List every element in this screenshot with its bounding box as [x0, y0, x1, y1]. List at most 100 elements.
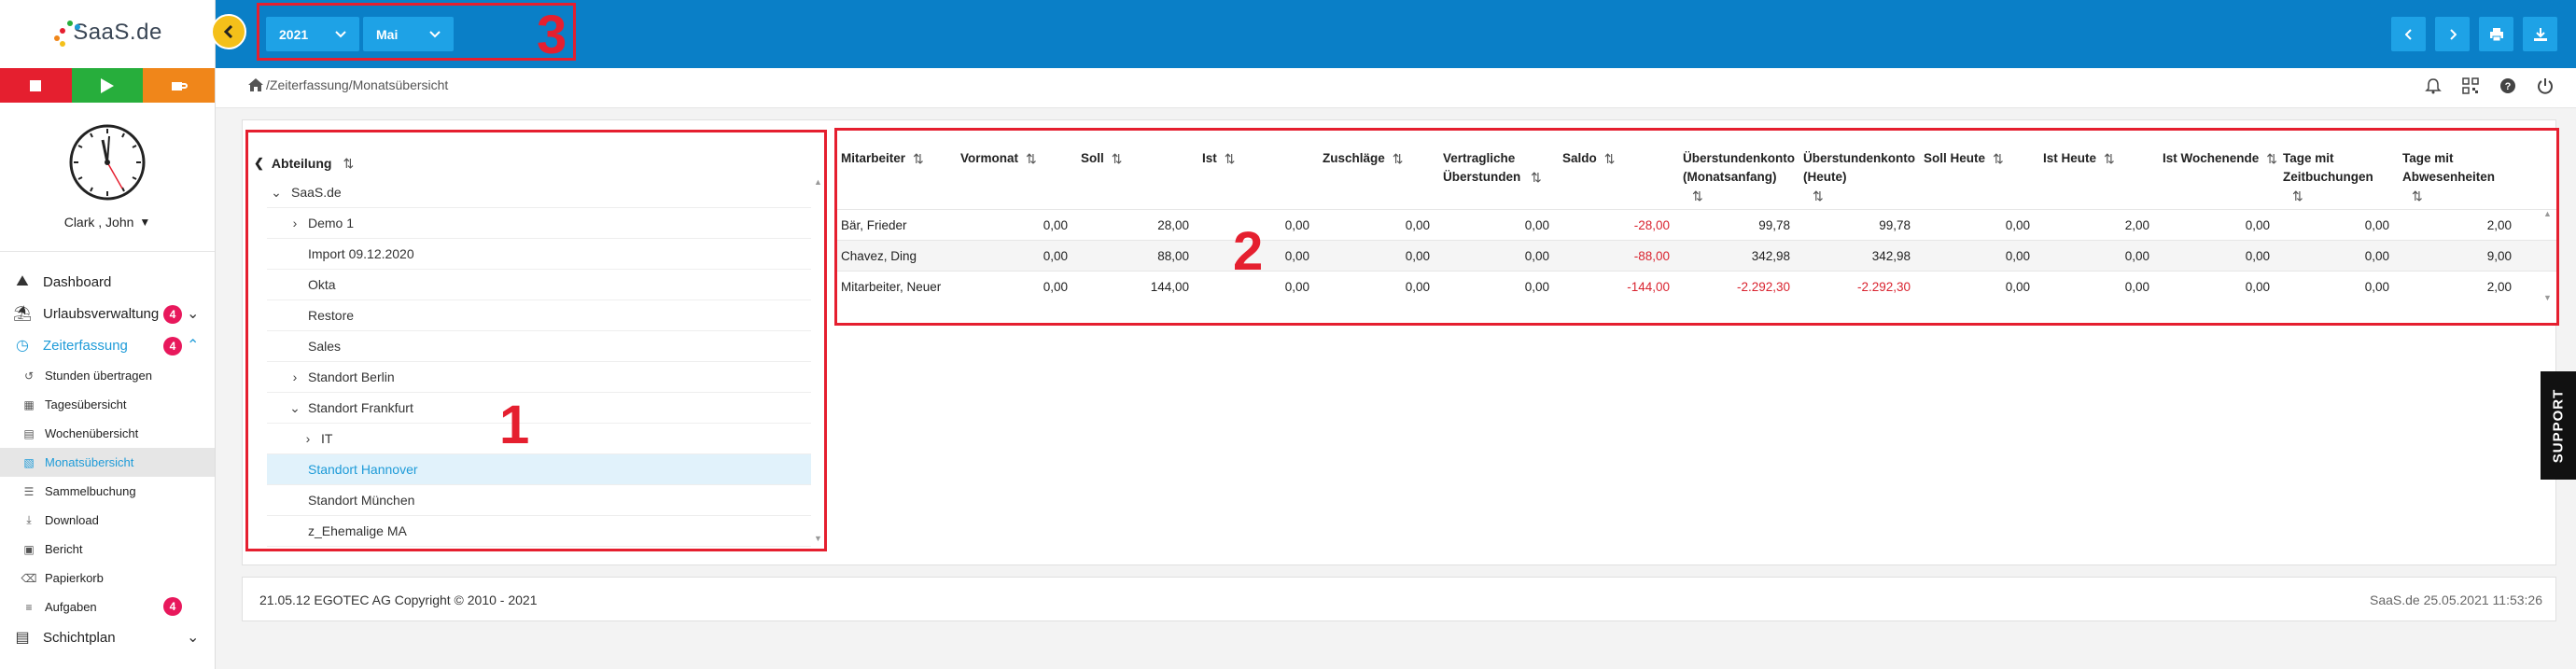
- print-button[interactable]: [2479, 17, 2513, 51]
- chevron-left-icon[interactable]: ❮: [254, 156, 264, 171]
- next-month-button[interactable]: [2435, 17, 2470, 51]
- start-timer-button[interactable]: [71, 68, 144, 103]
- sidebar-subitem-monatsuebersicht[interactable]: ▧ Monatsübersicht: [0, 448, 215, 477]
- break-timer-button[interactable]: [143, 68, 216, 103]
- scroll-down-icon[interactable]: ▼: [814, 534, 822, 543]
- tree-node-demo1[interactable]: › Demo 1: [267, 208, 811, 239]
- tree-node-berlin[interactable]: › Standort Berlin: [267, 362, 811, 393]
- stop-timer-button[interactable]: [0, 68, 72, 103]
- column-header[interactable]: Ist ⇅: [1198, 149, 1319, 209]
- tree-node-frankfurt[interactable]: ⌄ Standort Frankfurt: [267, 393, 811, 424]
- column-header[interactable]: Überstundenkonto (Heute) ⇅: [1799, 149, 1920, 209]
- table-scrollbar[interactable]: ▲ ▼: [2543, 209, 2552, 302]
- sort-icon[interactable]: ⇅: [1531, 168, 1542, 187]
- qr-code-icon[interactable]: [2462, 77, 2479, 94]
- column-header[interactable]: Saldo ⇅: [1559, 149, 1679, 209]
- tree-node-restore[interactable]: Restore: [267, 300, 811, 331]
- collapse-sidebar-button[interactable]: [211, 14, 246, 49]
- sort-icon[interactable]: ⇅: [913, 149, 924, 168]
- sidebar-subitem-download[interactable]: ⤓ Download: [0, 506, 215, 535]
- table-cell: 0,00: [2364, 217, 2389, 232]
- column-header-label: Ist: [1202, 149, 1217, 168]
- tree-node-ehemalige[interactable]: z_Ehemalige MA: [267, 516, 811, 547]
- download-button[interactable]: [2523, 17, 2557, 51]
- table-row[interactable]: Bär, Frieder 0,00 28,00 0,00 0,00 0,00 -28,00 9…: [837, 209, 2556, 240]
- column-header[interactable]: Mitarbeiter ⇅: [837, 149, 957, 209]
- sort-icon[interactable]: ⇅: [2104, 149, 2115, 168]
- sidebar-subitem-label: Bericht: [45, 542, 83, 556]
- month-select[interactable]: Mai: [363, 17, 454, 51]
- user-menu[interactable]: Clark , John ▼: [64, 215, 151, 230]
- sort-icon[interactable]: ⇅: [1225, 149, 1236, 168]
- chevron-down-icon[interactable]: ⌄: [286, 400, 304, 416]
- table-cell: 0,00: [1405, 217, 1430, 232]
- tree-node-okta[interactable]: Okta: [267, 270, 811, 300]
- chevron-right-icon[interactable]: ›: [286, 369, 304, 384]
- table-row[interactable]: Mitarbeiter, Neuer 0,00 144,00 0,00 0,00 0,00…: [837, 271, 2556, 301]
- tree-header[interactable]: ❮ Abteilung ⇅: [248, 149, 824, 177]
- scroll-down-icon[interactable]: ▼: [2543, 293, 2552, 302]
- chevron-down-icon[interactable]: ⌄: [267, 185, 286, 201]
- tree-scrollbar[interactable]: ▲ ▼: [814, 177, 822, 543]
- sort-icon[interactable]: ⇅: [1026, 149, 1037, 168]
- sidebar-item-urlaubsverwaltung[interactable]: ⛱ Urlaubsverwaltung 4 ⌄: [0, 298, 215, 329]
- table-cell: -2.292,30: [1856, 279, 1911, 294]
- sidebar-subitem-papierkorb[interactable]: ⌫ Papierkorb: [0, 564, 215, 592]
- table-cell: 99,78: [1879, 217, 1911, 232]
- help-icon[interactable]: ?: [2499, 77, 2516, 94]
- play-icon: [101, 77, 114, 93]
- sidebar-item-schichtplan[interactable]: ▤ Schichtplan ⌄: [0, 621, 215, 653]
- tree-node-muenchen[interactable]: Standort München: [267, 485, 811, 516]
- column-header[interactable]: Soll Heute ⇅: [1920, 149, 2039, 209]
- column-header-label: Überstundenkonto (Heute): [1803, 149, 1915, 187]
- power-icon[interactable]: [2537, 77, 2554, 94]
- column-header[interactable]: Ist Wochenende ⇅: [2159, 149, 2279, 209]
- sort-icon[interactable]: ⇅: [1813, 187, 1824, 205]
- column-header[interactable]: Tage mit Zeitbuchungen ⇅: [2279, 149, 2399, 209]
- sort-icon[interactable]: ⇅: [2412, 187, 2423, 205]
- sort-icon[interactable]: ⇅: [1393, 149, 1404, 168]
- sort-icon[interactable]: ⇅: [1112, 149, 1123, 168]
- home-icon[interactable]: [247, 77, 264, 92]
- tree-node-import[interactable]: Import 09.12.2020: [267, 239, 811, 270]
- scroll-up-icon[interactable]: ▲: [814, 177, 822, 187]
- column-header[interactable]: Vertragliche Überstunden ⇅: [1439, 149, 1559, 209]
- chevron-right-icon[interactable]: ›: [286, 216, 304, 230]
- support-tab[interactable]: SUPPORT: [2541, 371, 2576, 480]
- column-header[interactable]: Zuschläge ⇅: [1319, 149, 1439, 209]
- scroll-up-icon[interactable]: ▲: [2543, 209, 2552, 218]
- column-header-line1: Zuschläge: [1323, 151, 1385, 165]
- month-select-value: Mai: [376, 26, 399, 42]
- column-header[interactable]: Tage mit Abwesenheiten ⇅: [2399, 149, 2521, 209]
- column-header[interactable]: Ist Heute ⇅: [2039, 149, 2159, 209]
- column-header[interactable]: Vormonat ⇅: [957, 149, 1077, 209]
- sidebar-nav: ⛰ Dashboard ⛱ Urlaubsverwaltung 4 ⌄ ◷ Ze…: [0, 252, 215, 653]
- sidebar-item-zeiterfassung[interactable]: ◷ Zeiterfassung 4 ⌃: [0, 329, 215, 361]
- sidebar-item-dashboard[interactable]: ⛰ Dashboard: [0, 266, 215, 298]
- sidebar-subitem-stunden-uebertragen[interactable]: ↺ Stunden übertragen: [0, 361, 215, 390]
- sort-icon[interactable]: ⇅: [1993, 149, 2004, 168]
- breadcrumb-path[interactable]: /Zeiterfassung/Monatsübersicht: [266, 77, 448, 92]
- table-row[interactable]: Chavez, Ding 0,00 88,00 0,00 0,00 0,00 -88,00 3…: [837, 240, 2556, 271]
- sidebar-subitem-sammelbuchung[interactable]: ☰ Sammelbuchung: [0, 477, 215, 506]
- chevron-right-icon[interactable]: ›: [299, 431, 317, 446]
- sidebar-subitem-wochenuebersicht[interactable]: ▤ Wochenübersicht: [0, 419, 215, 448]
- sort-icon[interactable]: ⇅: [2292, 187, 2303, 205]
- sort-icon[interactable]: ⇅: [343, 156, 354, 172]
- logo[interactable]: SaaS.de: [0, 0, 215, 68]
- sidebar-subitem-bericht[interactable]: ▣ Bericht: [0, 535, 215, 564]
- tree-node-sales[interactable]: Sales: [267, 331, 811, 362]
- tree-node-it[interactable]: › IT: [267, 424, 811, 454]
- tree-node-hannover[interactable]: Standort Hannover: [267, 454, 811, 485]
- column-header[interactable]: Soll ⇅: [1077, 149, 1198, 209]
- sort-icon[interactable]: ⇅: [2266, 149, 2277, 168]
- sort-icon[interactable]: ⇅: [1604, 149, 1616, 168]
- year-select[interactable]: 2021: [266, 17, 359, 51]
- bell-icon[interactable]: [2425, 77, 2442, 94]
- column-header[interactable]: Überstundenkonto (Monatsanfang) ⇅: [1679, 149, 1799, 209]
- sort-icon[interactable]: ⇅: [1692, 187, 1703, 205]
- tree-node-saas[interactable]: ⌄ SaaS.de: [267, 177, 811, 208]
- previous-month-button[interactable]: [2391, 17, 2426, 51]
- sidebar-subitem-tagesuebersicht[interactable]: ▦ Tagesübersicht: [0, 390, 215, 419]
- sidebar-subitem-aufgaben[interactable]: ≡ Aufgaben 4: [0, 592, 215, 621]
